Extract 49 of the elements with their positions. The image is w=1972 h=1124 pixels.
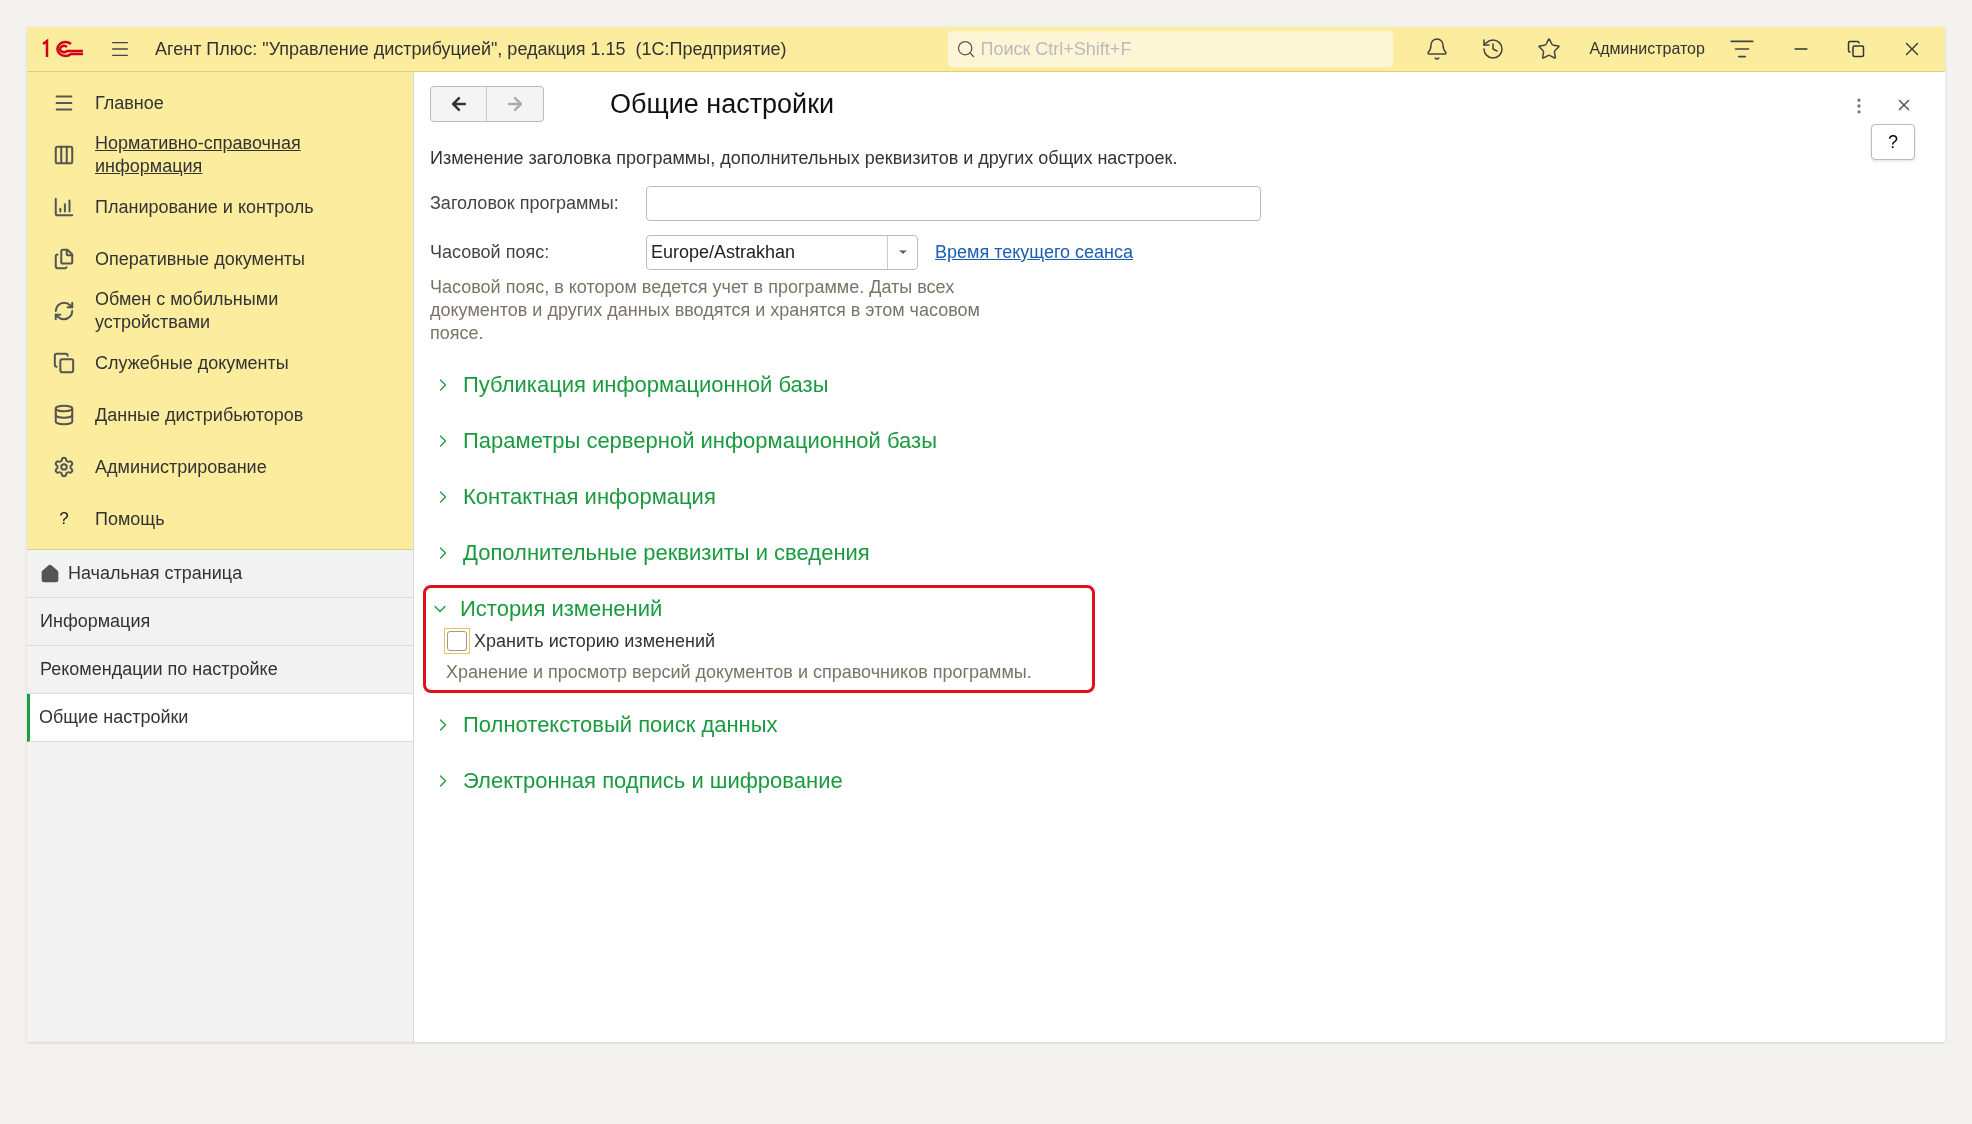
refresh-icon	[53, 300, 75, 322]
page-tab[interactable]: Общие настройки	[27, 694, 413, 742]
timezone-dropdown[interactable]: Europe/Astrakhan	[646, 234, 918, 270]
section-header[interactable]: Публикация информационной базы	[433, 367, 1095, 402]
section-hint: Хранение и просмотр версий документов и справочников программы.	[446, 660, 1033, 684]
history-icon[interactable]	[1481, 37, 1506, 61]
window-title: Агент Плюс: "Управление дистрибуцией", редакция 1.15 (1С:Предприятие)	[155, 37, 787, 61]
sidebar-item[interactable]: Обмен с мобильными устройствами	[95, 288, 325, 334]
question-icon: ?	[59, 506, 69, 532]
page-tab[interactable]: Информация	[27, 598, 413, 646]
program-title-field[interactable]	[646, 185, 1261, 221]
sidebar-item[interactable]: Помощь	[95, 507, 165, 531]
bell-icon[interactable]	[1425, 37, 1450, 61]
search-field[interactable]: Поиск Ctrl+Shift+F	[948, 31, 1394, 67]
form-description: Изменение заголовка программы, дополнительных реквизитов и других общих настроек.	[430, 146, 1178, 170]
field-label: Часовой пояс:	[430, 240, 551, 264]
sidebar-item[interactable]: Служебные документы	[95, 351, 289, 375]
section-header[interactable]: Контактная информация	[433, 479, 1095, 514]
sidebar-item[interactable]: Планирование и контроль	[95, 195, 314, 219]
user-name[interactable]: Администратор	[1589, 37, 1705, 61]
section-header[interactable]: Параметры серверной информационной базы	[433, 423, 1095, 458]
sidebar-item[interactable]: Нормативно-справочная информация	[95, 132, 325, 178]
home-icon	[40, 563, 60, 584]
timezone-hint: Часовой пояс, в котором ведется учет в программе. Даты всех документов и других данных вводятся и хранятся в этом часовом поясе.	[430, 275, 981, 345]
sidebar-item[interactable]: Главное	[95, 91, 164, 115]
bar-chart-icon	[53, 196, 75, 218]
sidebar-item[interactable]: Администрирование	[95, 455, 267, 479]
checkbox[interactable]	[444, 628, 470, 654]
database-icon	[53, 404, 75, 426]
sidebar-item[interactable]: Оперативные документы	[95, 247, 306, 271]
section-header[interactable]: История изменений	[430, 591, 1092, 626]
page-tab[interactable]: Начальная страница	[27, 550, 413, 598]
section-header[interactable]: Электронная подпись и шифрование	[433, 763, 1095, 798]
field-label: Заголовок программы:	[430, 191, 620, 215]
section-header[interactable]: Полнотекстовый поиск данных	[433, 707, 1095, 742]
section-header[interactable]: Дополнительные реквизиты и сведения	[433, 535, 1095, 570]
help-button[interactable]: ?	[1871, 124, 1915, 160]
star-icon[interactable]	[1537, 37, 1562, 61]
form-title: Общие настройки	[610, 88, 835, 121]
search-icon	[956, 39, 977, 59]
columns-icon	[53, 144, 75, 166]
settings-icon	[53, 456, 75, 478]
logo-icon	[41, 38, 85, 60]
documents-icon	[53, 352, 75, 374]
checkbox-label: Хранить историю изменений	[474, 629, 715, 653]
restore-icon[interactable]	[1846, 40, 1865, 58]
sidebar-item[interactable]: Данные дистрибьюторов	[95, 403, 304, 427]
documents-icon	[53, 248, 75, 270]
session-time-link[interactable]: Время текущего сеанса	[935, 238, 1134, 266]
